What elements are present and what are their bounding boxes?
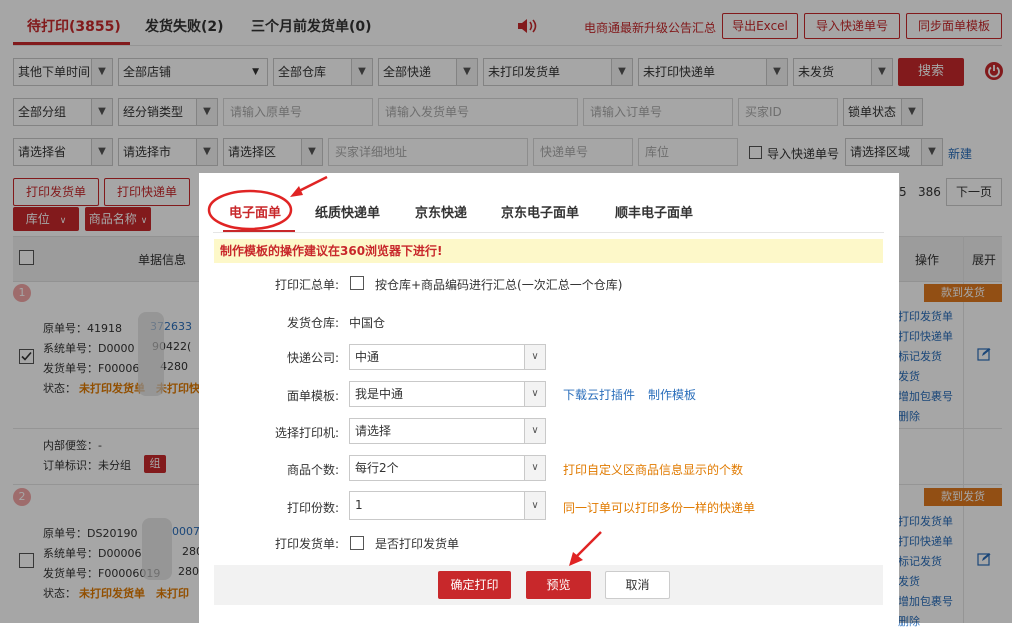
copies-hint: 同一订单可以打印多份一样的快递单 — [563, 501, 756, 515]
copies-select[interactable]: 1 ∨ — [349, 491, 546, 520]
print-dialog: 电子面单 纸质快递单 京东快递 京东电子面单 顺丰电子面单 制作模板的操作建议在… — [199, 173, 899, 623]
modal-tab-sf-e-waybill[interactable]: 顺丰电子面单 — [615, 202, 693, 221]
chevron-down-icon: ∨ — [524, 382, 545, 406]
warehouse-label: 发货仓库: — [286, 316, 339, 330]
summary-text: 按仓库+商品编码进行汇总(一次汇总一个仓库) — [375, 278, 623, 292]
express-company-label: 快递公司: — [286, 351, 339, 365]
chevron-down-icon: ∨ — [524, 345, 545, 369]
annotation-arrow — [569, 531, 602, 566]
template-label: 面单模板: — [286, 389, 339, 403]
printer-label: 选择打印机: — [274, 426, 339, 440]
download-plugin-link[interactable]: 下载云打插件 — [563, 386, 635, 403]
warehouse-value: 中国仓 — [349, 316, 386, 330]
item-count-hint: 打印自定义区商品信息显示的个数 — [563, 463, 744, 477]
cancel-button[interactable]: 取消 — [605, 571, 670, 599]
printer-select[interactable]: 请选择 ∨ — [349, 418, 546, 444]
item-count-label: 商品个数: — [286, 463, 339, 477]
template-select[interactable]: 我是中通 ∨ — [349, 381, 546, 407]
chevron-down-icon: ∨ — [524, 492, 545, 519]
make-template-link[interactable]: 制作模板 — [648, 386, 696, 403]
print-invoice-checkbox[interactable] — [350, 536, 364, 550]
chevron-down-icon: ∨ — [524, 456, 545, 480]
annotation-circle — [207, 175, 328, 231]
item-count-select[interactable]: 每行2个 ∨ — [349, 455, 546, 481]
print-invoice-text: 是否打印发货单 — [375, 537, 460, 551]
summary-checkbox[interactable] — [350, 276, 364, 290]
modal-tab-jd-express[interactable]: 京东快递 — [415, 202, 467, 221]
copies-label: 打印份数: — [286, 501, 339, 515]
express-company-select[interactable]: 中通 ∨ — [349, 344, 546, 370]
chevron-down-icon: ∨ — [524, 419, 545, 443]
print-invoice-label: 打印发货单: — [274, 537, 339, 551]
confirm-print-button[interactable]: 确定打印 — [438, 571, 511, 599]
browser-notice: 制作模板的操作建议在360浏览器下进行! — [214, 239, 883, 263]
preview-button[interactable]: 预览 — [526, 571, 591, 599]
modal-tab-jd-e-waybill[interactable]: 京东电子面单 — [501, 202, 579, 221]
summary-label: 打印汇总单: — [274, 278, 339, 292]
